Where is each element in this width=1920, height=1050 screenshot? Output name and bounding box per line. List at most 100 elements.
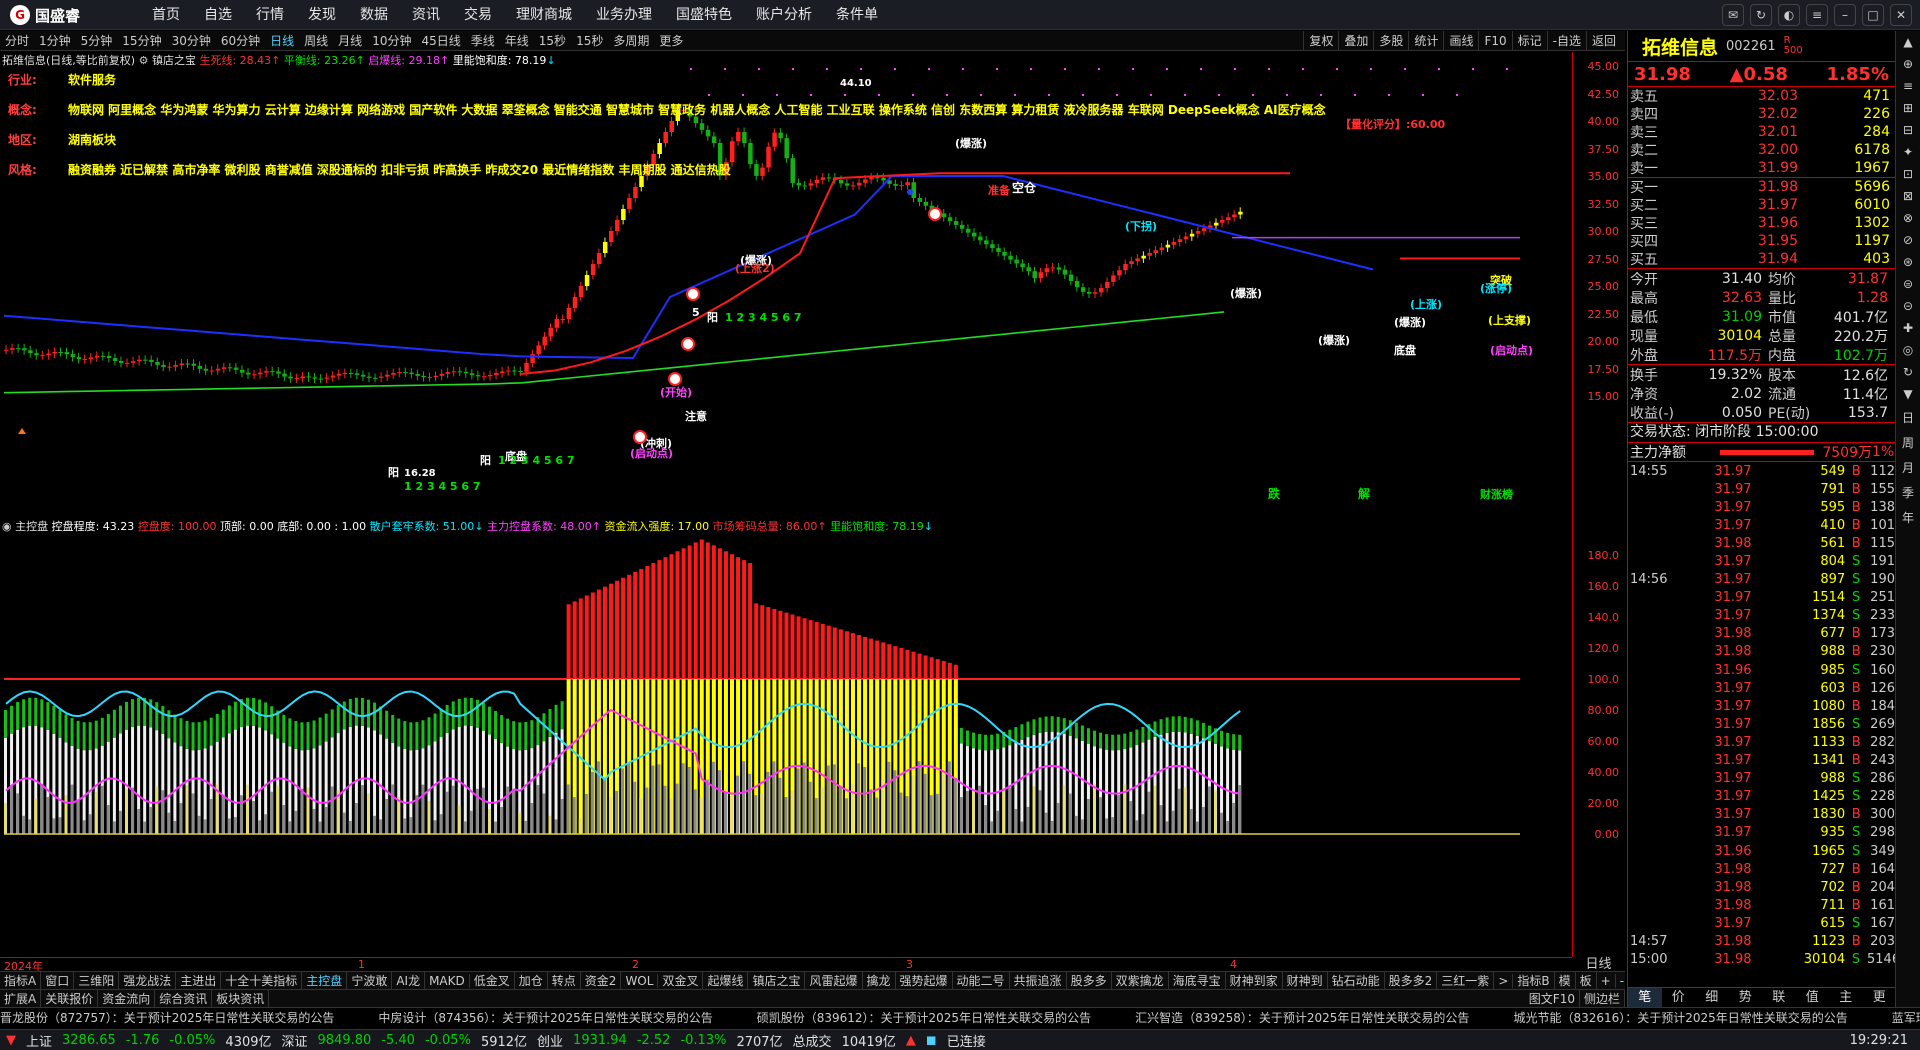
extension-tab[interactable]: 板块资讯	[212, 990, 270, 1007]
indicator-tab[interactable]: 股多多2	[1385, 972, 1438, 989]
indicator-tab[interactable]: 海底寻宝	[1169, 972, 1226, 989]
news-item[interactable]: 汇兴智造（839258）：关于预计2025年日常性关联交易的公告	[1135, 1009, 1469, 1026]
side-tool-icon[interactable]: ≡	[1896, 75, 1920, 97]
indicator-tab[interactable]: 主控盘	[302, 972, 348, 989]
indicator-tab[interactable]: 十全十美指标	[221, 972, 303, 989]
side-tool-icon[interactable]: ⊗	[1896, 207, 1920, 229]
indicator-tab[interactable]: 动能二号	[953, 972, 1010, 989]
indicator-tab[interactable]: WOL	[621, 973, 659, 988]
close-icon[interactable]: ✕	[1890, 4, 1912, 26]
chart-settings-icon[interactable]: ⚙	[139, 54, 149, 67]
period-45day[interactable]: 45日线	[416, 32, 465, 49]
menu-item-business[interactable]: 业务办理	[584, 0, 664, 30]
indicator-tab[interactable]: 资金2	[581, 972, 622, 989]
menu-item-home[interactable]: 首页	[140, 0, 192, 30]
side-tool-icon[interactable]: ⊛	[1896, 251, 1920, 273]
period-multi[interactable]: 多周期	[608, 32, 654, 49]
side-tool-icon[interactable]: ⊞	[1896, 97, 1920, 119]
indicator-tab[interactable]: 起爆线	[703, 972, 749, 989]
back-button[interactable]: 返回	[1585, 31, 1621, 51]
side-tool-icon[interactable]: ⊝	[1896, 295, 1920, 317]
indicator-tab[interactable]: 财神到	[1283, 972, 1328, 989]
side-tool-icon[interactable]: ⊟	[1896, 119, 1920, 141]
indicator-chart[interactable]	[0, 517, 1572, 957]
quote-tab[interactable]: 主	[1829, 988, 1863, 1007]
message-icon[interactable]: ✉	[1722, 4, 1744, 26]
quote-tab[interactable]: 细	[1695, 988, 1729, 1007]
cy-label[interactable]: 创业	[537, 1031, 563, 1050]
quote-tab[interactable]: 联	[1762, 988, 1796, 1007]
indicator-tab[interactable]: 镇店之宝	[748, 972, 806, 989]
fuquan-button[interactable]: 复权	[1303, 31, 1338, 51]
menu-item-news[interactable]: 资讯	[400, 0, 452, 30]
indicator-tab[interactable]: 钻石动能	[1328, 972, 1385, 989]
side-period-tab[interactable]: 季	[1896, 480, 1920, 505]
menu-item-trade[interactable]: 交易	[452, 0, 504, 30]
extension-tab-right[interactable]: 侧边栏	[1580, 990, 1625, 1007]
side-tool-icon[interactable]: ↻	[1896, 361, 1920, 383]
indicator-tab[interactable]: 擒龙	[863, 972, 896, 989]
indicator-tab[interactable]: 主进出	[176, 972, 222, 989]
collapse-icon[interactable]: ◉	[2, 520, 12, 533]
side-period-tab[interactable]: 周	[1896, 430, 1920, 455]
side-period-tab[interactable]: 月	[1896, 455, 1920, 480]
stats-button[interactable]: 统计	[1408, 31, 1443, 51]
period-week[interactable]: 周线	[299, 32, 333, 49]
period-15sec-b[interactable]: 15秒	[571, 32, 608, 49]
tabs-scroll-icon[interactable]: >	[1494, 973, 1514, 988]
period-5min[interactable]: 5分钟	[76, 32, 118, 49]
indicator-tab[interactable]: 股多多	[1067, 972, 1112, 989]
period-15sec-a[interactable]: 15秒	[534, 32, 571, 49]
menu-item-watchlist[interactable]: 自选	[192, 0, 244, 30]
indicator-tab-right[interactable]: 模	[1555, 972, 1576, 989]
f10-button[interactable]: F10	[1478, 31, 1511, 51]
period-month[interactable]: 月线	[333, 32, 367, 49]
indicator-tab-right[interactable]: 指标B	[1513, 972, 1555, 989]
indicator-tab[interactable]: 强龙战法	[119, 972, 177, 989]
indicator-tab[interactable]: 财神到家	[1226, 972, 1283, 989]
menu-icon[interactable]: ≡	[1806, 4, 1828, 26]
indicator-tab[interactable]: 指标A	[0, 972, 42, 989]
side-tool-icon[interactable]: ⊘	[1896, 229, 1920, 251]
quote-tab[interactable]: 值	[1796, 988, 1830, 1007]
period-60min[interactable]: 60分钟	[216, 32, 265, 49]
side-tool-icon[interactable]: ◎	[1896, 339, 1920, 361]
indicator-tab[interactable]: 风雷起爆	[805, 972, 863, 989]
menu-item-discover[interactable]: 发现	[296, 0, 348, 30]
overlay-button[interactable]: 叠加	[1338, 31, 1373, 51]
news-item-right[interactable]: 蓝军环保	[1892, 1009, 1920, 1026]
refresh-icon[interactable]: ↻	[1750, 4, 1772, 26]
side-tool-icon[interactable]: ▲	[1896, 31, 1920, 53]
mark-button[interactable]: 标记	[1511, 31, 1547, 51]
news-item[interactable]: 中房设计（874356）：关于预计2025年日常性关联交易的公告	[378, 1009, 712, 1026]
indicator-tab[interactable]: 双金叉	[658, 972, 704, 989]
period-more[interactable]: 更多	[654, 32, 688, 49]
side-tool-icon[interactable]: ⊠	[1896, 185, 1920, 207]
indicator-tab[interactable]: 三维阳	[74, 972, 120, 989]
menu-item-data[interactable]: 数据	[348, 0, 400, 30]
side-tool-icon[interactable]: ⊡	[1896, 163, 1920, 185]
indicator-tab[interactable]: 强势起爆	[896, 972, 953, 989]
news-item[interactable]: 晋龙股份（872757）：关于预计2025年日常性关联交易的公告	[0, 1009, 334, 1026]
multi-stock-button[interactable]: 多股	[1373, 31, 1408, 51]
indicator-tab[interactable]: 共振追涨	[1010, 972, 1067, 989]
news-item[interactable]: 硕凯股份（839612）：关于预计2025年日常性关联交易的公告	[757, 1009, 1091, 1026]
indicator-tab[interactable]: 加仓	[515, 972, 548, 989]
quote-tab[interactable]: 更	[1863, 988, 1897, 1007]
side-period-tab[interactable]: 年	[1896, 505, 1920, 530]
indicator-tab[interactable]: 三红一紫	[1437, 972, 1495, 989]
sz-label[interactable]: 深证	[282, 1031, 308, 1050]
indicator-tab[interactable]: AI龙	[392, 972, 426, 989]
skin-icon[interactable]: ◐	[1778, 4, 1800, 26]
indicator-tab[interactable]: 转点	[548, 972, 581, 989]
remove-watchlist-button[interactable]: -自选	[1546, 31, 1586, 51]
period-30min[interactable]: 30分钟	[167, 32, 216, 49]
side-period-tab[interactable]: 日	[1896, 405, 1920, 430]
menu-item-market[interactable]: 行情	[244, 0, 296, 30]
maximize-icon[interactable]: □	[1862, 4, 1884, 26]
period-1min[interactable]: 1分钟	[34, 32, 76, 49]
period-day[interactable]: 日线	[265, 32, 299, 49]
quote-tab[interactable]: 价	[1662, 988, 1696, 1007]
indicator-tab[interactable]: 宁波敢	[347, 972, 393, 989]
extension-tab[interactable]: 关联报价	[41, 990, 99, 1007]
